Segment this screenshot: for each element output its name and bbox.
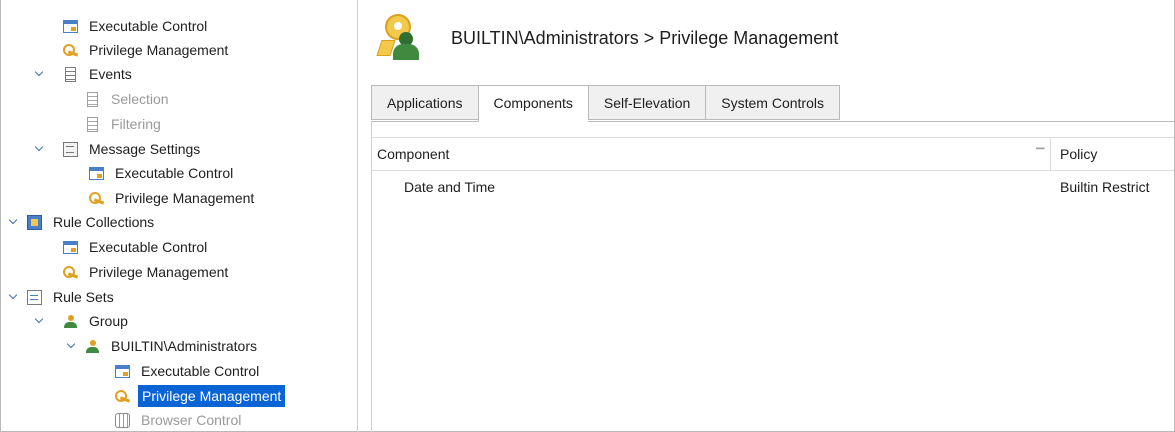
tree-item-label: Browser Control — [141, 412, 242, 428]
tree-item-label: Executable Control — [141, 363, 260, 379]
tree-item-privilege-management-selected[interactable]: Privilege Management — [115, 385, 286, 407]
tree-item-label: Events — [89, 66, 132, 82]
tree-item-group[interactable]: Group — [63, 310, 131, 332]
tree-item-message-settings[interactable]: Message Settings — [63, 138, 203, 160]
rule-sets-icon — [27, 289, 42, 305]
tree-item-label: Executable Control — [89, 239, 208, 255]
executable-control-icon — [115, 365, 130, 378]
tree-item-label: Filtering — [111, 116, 161, 132]
executable-control-icon — [89, 167, 104, 180]
tree-item-label: Rule Collections — [53, 214, 155, 230]
group-icon — [63, 314, 78, 329]
document-icon — [87, 116, 98, 132]
chevron-down-icon[interactable] — [7, 286, 19, 308]
rule-collections-icon — [27, 214, 42, 230]
tree-item-rule-collections[interactable]: Rule Collections — [27, 211, 157, 233]
tree-item-privilege-management[interactable]: Privilege Management — [63, 261, 231, 283]
tree-item-label: Message Settings — [89, 141, 201, 157]
column-resize-icon: ▔ — [1036, 149, 1045, 161]
chevron-down-icon[interactable] — [7, 211, 19, 233]
tree-item-rule-sets[interactable]: Rule Sets — [27, 286, 117, 308]
tab-self-elevation[interactable]: Self-Elevation — [587, 85, 706, 120]
executable-control-icon — [63, 241, 78, 254]
details-pane: BUILTIN\Administrators > Privilege Manag… — [359, 0, 1174, 432]
tree-item-label: Privilege Management — [89, 42, 229, 58]
privilege-key-icon — [89, 191, 104, 206]
tab-components[interactable]: Components — [477, 85, 588, 122]
column-header-policy[interactable]: Policy — [1060, 138, 1097, 170]
details-header: BUILTIN\Administrators > Privilege Manag… — [359, 0, 1174, 84]
tree-item-label: Privilege Management — [89, 264, 229, 280]
privilege-management-key-icon — [376, 14, 421, 60]
tree-item-executable-control[interactable]: Executable Control — [63, 15, 210, 37]
document-icon — [65, 66, 76, 82]
chevron-down-icon[interactable] — [33, 138, 45, 160]
grid-header: Component ▔ Policy — [372, 137, 1174, 171]
group-icon — [85, 339, 100, 354]
tree-item-selection[interactable]: Selection — [85, 88, 172, 110]
window-frame: Executable Control Privilege Management … — [0, 0, 1175, 432]
chevron-down-icon[interactable] — [33, 310, 45, 332]
navigation-tree[interactable]: Executable Control Privilege Management … — [1, 0, 358, 432]
tree-item-privilege-management[interactable]: Privilege Management — [89, 187, 257, 209]
browser-control-icon — [115, 412, 130, 428]
tree-item-builtin-administrators[interactable]: BUILTIN\Administrators — [85, 335, 260, 357]
tree-item-executable-control[interactable]: Executable Control — [89, 162, 236, 184]
tree-item-browser-control[interactable]: Browser Control — [115, 409, 244, 431]
chevron-down-icon[interactable] — [65, 335, 77, 357]
privilege-key-icon — [63, 265, 78, 280]
chevron-down-icon[interactable] — [33, 63, 45, 85]
tree-item-label: Group — [89, 313, 128, 329]
privilege-key-icon — [115, 389, 130, 404]
tab-system-controls[interactable]: System Controls — [705, 85, 840, 120]
tree-item-label: Selection — [111, 91, 169, 107]
components-grid: Component ▔ Policy Date and Time Builtin… — [371, 121, 1174, 432]
tree-item-events[interactable]: Events — [63, 63, 135, 85]
tree-item-label: BUILTIN\Administrators — [111, 338, 257, 354]
executable-control-icon — [63, 20, 78, 33]
tree-item-executable-control[interactable]: Executable Control — [63, 236, 210, 258]
column-divider[interactable] — [1050, 138, 1051, 170]
tree-item-privilege-management[interactable]: Privilege Management — [63, 39, 231, 61]
tree-item-executable-control[interactable]: Executable Control — [115, 360, 262, 382]
document-icon — [87, 91, 98, 107]
tree-item-label: Executable Control — [115, 165, 234, 181]
component-cell: Date and Time — [404, 179, 496, 195]
page-title: BUILTIN\Administrators > Privilege Manag… — [451, 28, 839, 48]
tab-strip: Applications Components Self-Elevation S… — [371, 85, 840, 122]
tree-item-label: Executable Control — [89, 18, 208, 34]
column-header-component[interactable]: Component — [377, 138, 449, 170]
tab-applications[interactable]: Applications — [371, 85, 478, 120]
tree-item-filtering[interactable]: Filtering — [85, 113, 164, 135]
privilege-key-icon — [63, 43, 78, 58]
message-icon — [63, 141, 78, 157]
table-row[interactable]: Date and Time Builtin Restrict — [372, 172, 1174, 202]
tree-item-label: Privilege Management — [115, 190, 255, 206]
tree-item-label: Privilege Management — [138, 385, 286, 407]
tree-item-label: Rule Sets — [53, 289, 114, 305]
policy-cell: Builtin Restrict — [1060, 179, 1150, 195]
